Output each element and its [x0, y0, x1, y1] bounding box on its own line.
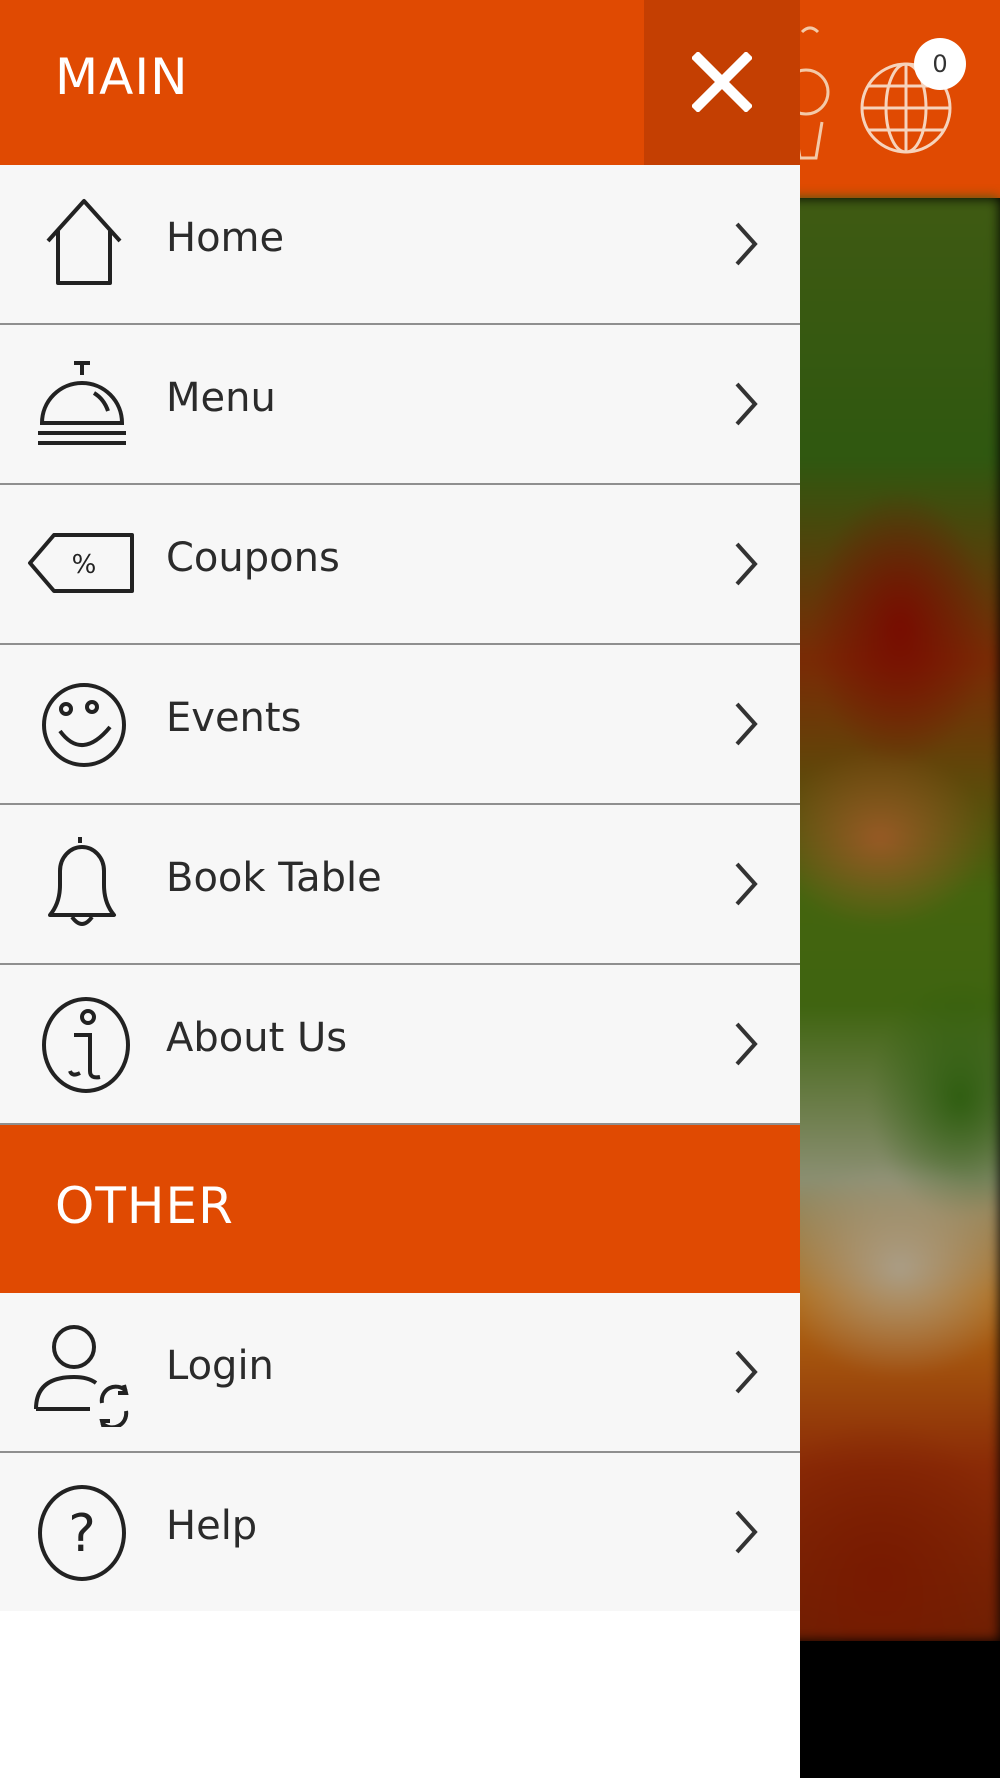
app-screen: 0 MAIN Home Menu % Coupons Events Book T… — [0, 0, 1000, 1778]
svg-text:?: ? — [68, 1504, 96, 1564]
chevron-right-icon — [735, 862, 758, 906]
menu-item-coupons[interactable]: % Coupons — [0, 485, 800, 645]
menu-item-help[interactable]: ? Help — [0, 1453, 800, 1611]
menu-item-label: Menu — [166, 375, 276, 421]
menu-item-home[interactable]: Home — [0, 165, 800, 325]
other-section-header: OTHER — [0, 1125, 800, 1293]
menu-item-label: About Us — [166, 1015, 348, 1061]
chevron-right-icon — [735, 542, 758, 586]
info-icon — [42, 997, 130, 1093]
menu-item-book-table[interactable]: Book Table — [0, 805, 800, 965]
main-section-title: MAIN — [55, 48, 189, 106]
menu-item-label: Coupons — [166, 535, 340, 581]
globe-badge: 0 — [914, 38, 966, 90]
percent-tag-icon: % — [28, 533, 134, 593]
navigation-drawer: MAIN Home Menu % Coupons Events Book Tab… — [0, 0, 800, 1778]
svg-text:%: % — [72, 550, 97, 580]
menu-item-events[interactable]: Events — [0, 645, 800, 805]
home-icon — [46, 199, 122, 285]
drawer-empty-space — [0, 1611, 800, 1778]
help-icon: ? — [38, 1485, 126, 1581]
chevron-right-icon — [735, 382, 758, 426]
menu-item-label: Book Table — [166, 855, 382, 901]
menu-item-label: Home — [166, 215, 285, 261]
menu-item-about-us[interactable]: About Us — [0, 965, 800, 1125]
menu-item-label: Login — [166, 1343, 274, 1389]
close-icon — [692, 52, 752, 112]
close-button[interactable] — [644, 0, 800, 165]
bell-icon — [48, 837, 116, 926]
chevron-right-icon — [735, 1022, 758, 1066]
user-sync-icon — [34, 1325, 129, 1430]
service-bell-icon — [38, 361, 126, 445]
chevron-right-icon — [735, 1350, 758, 1394]
other-section-title: OTHER — [55, 1177, 234, 1235]
menu-item-label: Help — [166, 1503, 258, 1549]
chevron-right-icon — [735, 702, 758, 746]
chevron-right-icon — [735, 222, 758, 266]
smiley-icon — [42, 683, 126, 767]
menu-item-menu[interactable]: Menu — [0, 325, 800, 485]
menu-item-label: Events — [166, 695, 302, 741]
chevron-right-icon — [735, 1510, 758, 1554]
menu-item-login[interactable]: Login — [0, 1293, 800, 1453]
main-section-header: MAIN — [0, 0, 800, 165]
